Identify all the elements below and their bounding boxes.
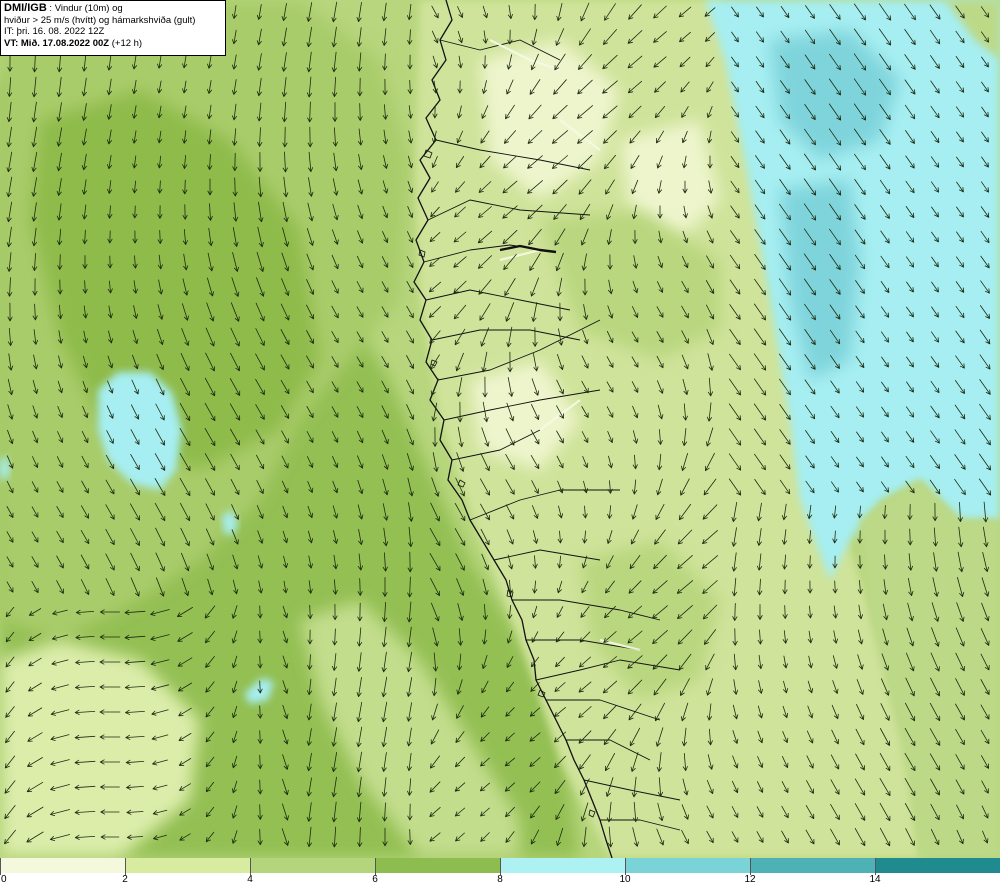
title-label: : Vindur (10m) og <box>46 3 123 14</box>
legend-label: 2 <box>122 874 128 885</box>
legend-swatch <box>375 858 500 873</box>
legend-tick <box>875 858 876 875</box>
legend-tick <box>250 858 251 875</box>
info-line-3: IT: þri. 16. 08. 2022 12Z <box>4 26 105 37</box>
info-line-2: hviður > 25 m/s (hvítt) og hámarkshviða … <box>4 14 196 26</box>
info-line-4: VT: Mið. 17.08.2022 00Z (+12 h) <box>4 38 222 50</box>
legend-tick <box>375 858 376 875</box>
legend-tick <box>750 858 751 875</box>
legend-label: 10 <box>619 874 631 885</box>
legend-label: 4 <box>247 874 253 885</box>
info-line-1: DMI/IGB : Vindur (10m) og <box>4 2 222 15</box>
legend-swatch <box>875 858 1000 873</box>
legend-tick <box>625 858 626 875</box>
legend-label: 0 <box>1 874 7 885</box>
legend-swatch <box>125 858 250 873</box>
source-label: DMI/IGB <box>4 2 47 14</box>
color-legend: 0 2 4 6 8 10 12 14 <box>0 858 1000 887</box>
lead-time-label: (+12 h) <box>109 37 143 49</box>
map-info-box: DMI/IGB : Vindur (10m) og hviður > 25 m/… <box>0 0 226 56</box>
wind-speed-field <box>0 0 1000 858</box>
legend-tick <box>0 858 1 875</box>
legend-tick <box>125 858 126 875</box>
legend-label: 12 <box>744 874 756 885</box>
legend-label: 6 <box>372 874 378 885</box>
legend-swatch <box>500 858 625 873</box>
legend-tick <box>500 858 501 875</box>
legend-swatch <box>750 858 875 873</box>
legend-swatch <box>250 858 375 873</box>
valid-time-label: VT: Mið. 17.08.2022 00Z <box>4 37 110 49</box>
legend-swatch <box>0 858 125 873</box>
legend-label: 14 <box>869 874 881 885</box>
legend-swatch <box>625 858 750 873</box>
wind-map <box>0 0 1000 858</box>
legend-label: 8 <box>497 874 503 885</box>
